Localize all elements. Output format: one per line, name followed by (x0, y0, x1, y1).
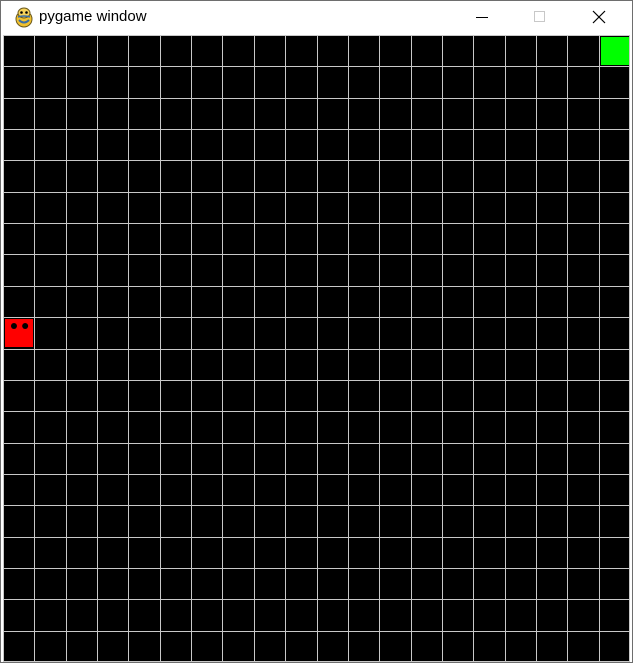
game-grid (3, 35, 630, 662)
close-button[interactable] (576, 1, 622, 33)
pygame-window: pygame window (0, 0, 633, 663)
window-title: pygame window (39, 8, 147, 25)
game-board[interactable] (3, 35, 630, 662)
maximize-icon (534, 11, 545, 22)
snake-eye-left (10, 323, 17, 329)
maximize-button[interactable] (517, 1, 563, 33)
snake-head (5, 319, 33, 347)
minimize-button[interactable] (459, 1, 505, 33)
pygame-snake-icon (15, 7, 33, 28)
close-icon (592, 10, 606, 24)
title-bar[interactable]: pygame window (1, 1, 632, 34)
minimize-icon (476, 17, 488, 18)
snake-eye-right (22, 323, 29, 329)
food (601, 37, 629, 65)
